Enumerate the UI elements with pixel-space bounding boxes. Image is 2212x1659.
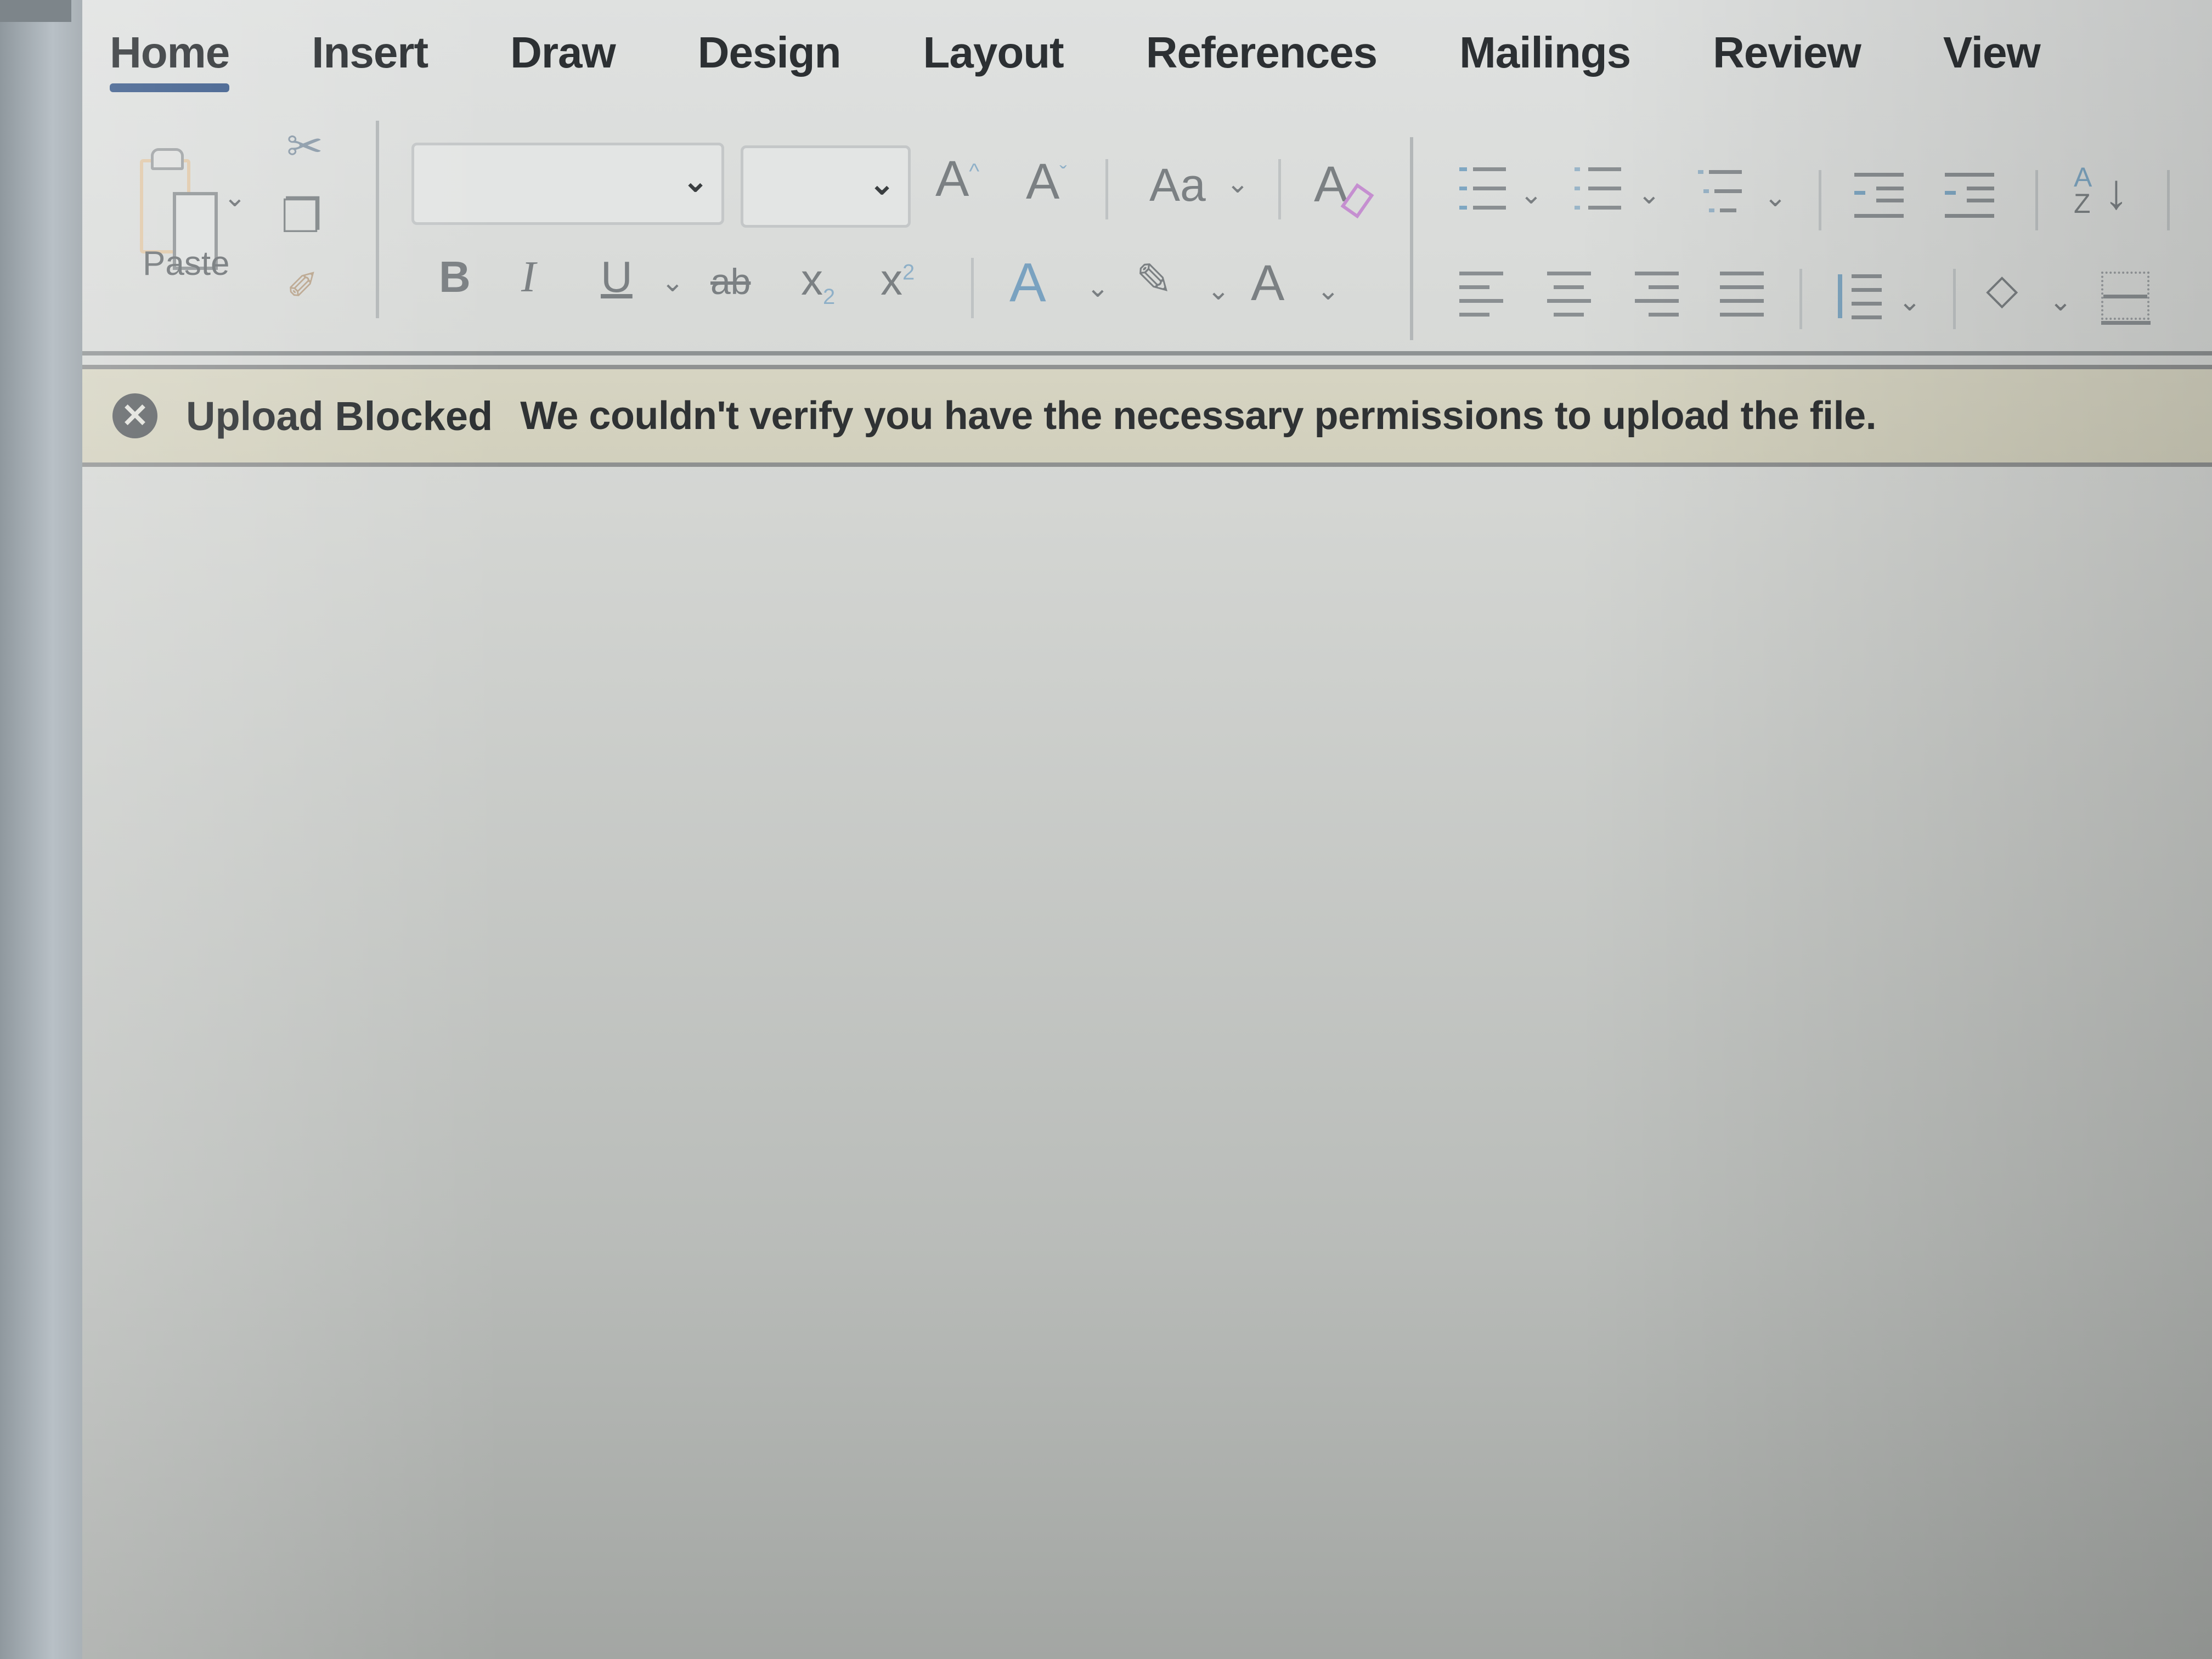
line-spacing-icon[interactable] <box>1838 272 1887 321</box>
tab-mailings[interactable]: Mailings <box>1459 22 1631 78</box>
bold-icon: B <box>439 252 471 301</box>
strikethrough-button[interactable]: ab <box>710 263 751 300</box>
align-left-icon[interactable] <box>1459 269 1509 318</box>
cut-icon[interactable]: ✂ <box>286 121 323 172</box>
underline-icon: U <box>601 252 633 301</box>
superscript-icon: x <box>881 255 902 304</box>
separator <box>2167 170 2170 230</box>
document-area[interactable] <box>82 467 2212 1659</box>
tab-design[interactable]: Design <box>698 22 842 78</box>
grow-font-icon: A <box>935 151 969 207</box>
bullets-icon[interactable] <box>1459 165 1509 214</box>
text-effects-icon: A <box>1009 252 1046 313</box>
multilevel-list-icon[interactable] <box>1698 167 1747 217</box>
ribbon-divider <box>82 351 2212 356</box>
increase-indent-icon[interactable] <box>1945 170 1994 219</box>
decrease-indent-icon[interactable] <box>1854 170 1904 219</box>
font-size-dropdown[interactable]: ⌄ <box>741 145 911 228</box>
numbering-chevron-icon[interactable]: ⌄ <box>1638 178 1661 210</box>
sort-z-glyph: Z <box>2074 188 2091 219</box>
highlight-chevron-icon[interactable]: ⌄ <box>1207 274 1230 306</box>
change-case-icon: Aa <box>1149 159 1206 211</box>
copy-icon[interactable]: ❐ <box>281 189 322 243</box>
subscript-icon: x <box>801 255 823 304</box>
caret-up-icon: ^ <box>969 159 980 184</box>
error-circle-icon: ✕ <box>112 393 157 438</box>
separator <box>1819 170 1821 230</box>
monitor-bezel <box>0 0 88 1659</box>
tab-insert[interactable]: Insert <box>312 22 428 78</box>
separator <box>1105 159 1108 219</box>
clipboard-clip-icon <box>151 148 184 170</box>
italic-icon: I <box>521 253 536 301</box>
italic-button[interactable]: I <box>521 255 536 299</box>
multilevel-chevron-icon[interactable]: ⌄ <box>1764 181 1787 213</box>
paste-options-chevron-icon[interactable]: ⌄ <box>223 181 246 213</box>
superscript-mark: 2 <box>902 260 915 285</box>
group-separator <box>376 121 379 318</box>
format-painter-icon[interactable]: ✐ <box>286 263 319 308</box>
subscript-mark: 2 <box>823 285 836 309</box>
chevron-down-icon: ⌄ <box>869 166 895 201</box>
shrink-font-icon: A <box>1026 154 1060 210</box>
tab-draw[interactable]: Draw <box>510 22 616 78</box>
grow-font-button[interactable]: A^ <box>935 154 979 204</box>
separator <box>1799 269 1802 329</box>
separator <box>971 258 974 318</box>
change-case-button[interactable]: Aa <box>1149 162 1206 208</box>
chevron-down-icon: ⌄ <box>682 163 708 198</box>
sort-arrow-icon: ↓ <box>2104 165 2129 219</box>
numbering-icon[interactable] <box>1575 165 1624 214</box>
sort-button[interactable]: A Z <box>2074 163 2092 219</box>
underline-chevron-icon[interactable]: ⌄ <box>661 266 684 298</box>
bezel-corner <box>0 0 71 22</box>
group-separator <box>1410 137 1413 340</box>
shrink-font-button[interactable]: Aˇ <box>1026 156 1067 207</box>
tab-home[interactable]: Home <box>110 22 230 92</box>
justify-icon[interactable] <box>1720 269 1769 318</box>
text-effects-chevron-icon[interactable]: ⌄ <box>1086 272 1109 303</box>
shading-chevron-icon[interactable]: ⌄ <box>2049 285 2072 317</box>
separator <box>1953 269 1956 329</box>
tab-view[interactable]: View <box>1943 22 2041 78</box>
font-color-icon: A <box>1251 255 1285 311</box>
paste-label: Paste <box>143 245 230 283</box>
font-name-dropdown[interactable]: ⌄ <box>411 143 724 225</box>
underline-button[interactable]: U <box>601 255 633 299</box>
bold-button[interactable]: B <box>439 255 471 299</box>
message-bar-text: We couldn't verify you have the necessar… <box>520 394 1877 438</box>
tab-layout[interactable]: Layout <box>923 22 1064 78</box>
borders-icon[interactable] <box>2101 272 2151 325</box>
separator <box>1278 159 1281 219</box>
subscript-button[interactable]: x2 <box>801 258 835 308</box>
bullets-chevron-icon[interactable]: ⌄ <box>1520 178 1543 210</box>
font-color-chevron-icon[interactable]: ⌄ <box>1317 274 1340 306</box>
highlighter-icon: ✎ <box>1136 255 1173 304</box>
caret-down-icon: ˇ <box>1059 162 1067 187</box>
tab-references[interactable]: References <box>1146 22 1378 78</box>
shading-icon: ◇ <box>1986 266 2018 313</box>
change-case-chevron-icon[interactable]: ⌄ <box>1226 167 1249 199</box>
shading-button[interactable]: ◇ <box>1986 269 2018 311</box>
superscript-button[interactable]: x2 <box>881 258 915 302</box>
line-spacing-chevron-icon[interactable]: ⌄ <box>1898 285 1921 317</box>
word-window: Home Insert Draw Design Layout Reference… <box>82 0 2212 1659</box>
message-bar-title: Upload Blocked <box>186 393 493 439</box>
strikethrough-icon: ab <box>710 261 751 302</box>
align-right-icon[interactable] <box>1635 269 1684 318</box>
font-color-button[interactable]: A <box>1251 258 1284 308</box>
text-effects-button[interactable]: A <box>1009 255 1046 310</box>
separator <box>2035 170 2038 230</box>
ribbon-home: ⌄ Paste ✂ ❐ ✐ ⌄ ⌄ A^ Aˇ Aa ⌄ A B I U ⌄ a… <box>82 110 2212 356</box>
ribbon-tabs: Home Insert Draw Design Layout Reference… <box>110 22 2123 104</box>
tab-review[interactable]: Review <box>1713 22 1861 78</box>
align-center-icon[interactable] <box>1547 269 1596 318</box>
clear-formatting-button[interactable]: A <box>1314 159 1347 210</box>
upload-blocked-message-bar: ✕ Upload Blocked We couldn't verify you … <box>82 365 2212 467</box>
highlight-button[interactable]: ✎ <box>1136 258 1172 302</box>
